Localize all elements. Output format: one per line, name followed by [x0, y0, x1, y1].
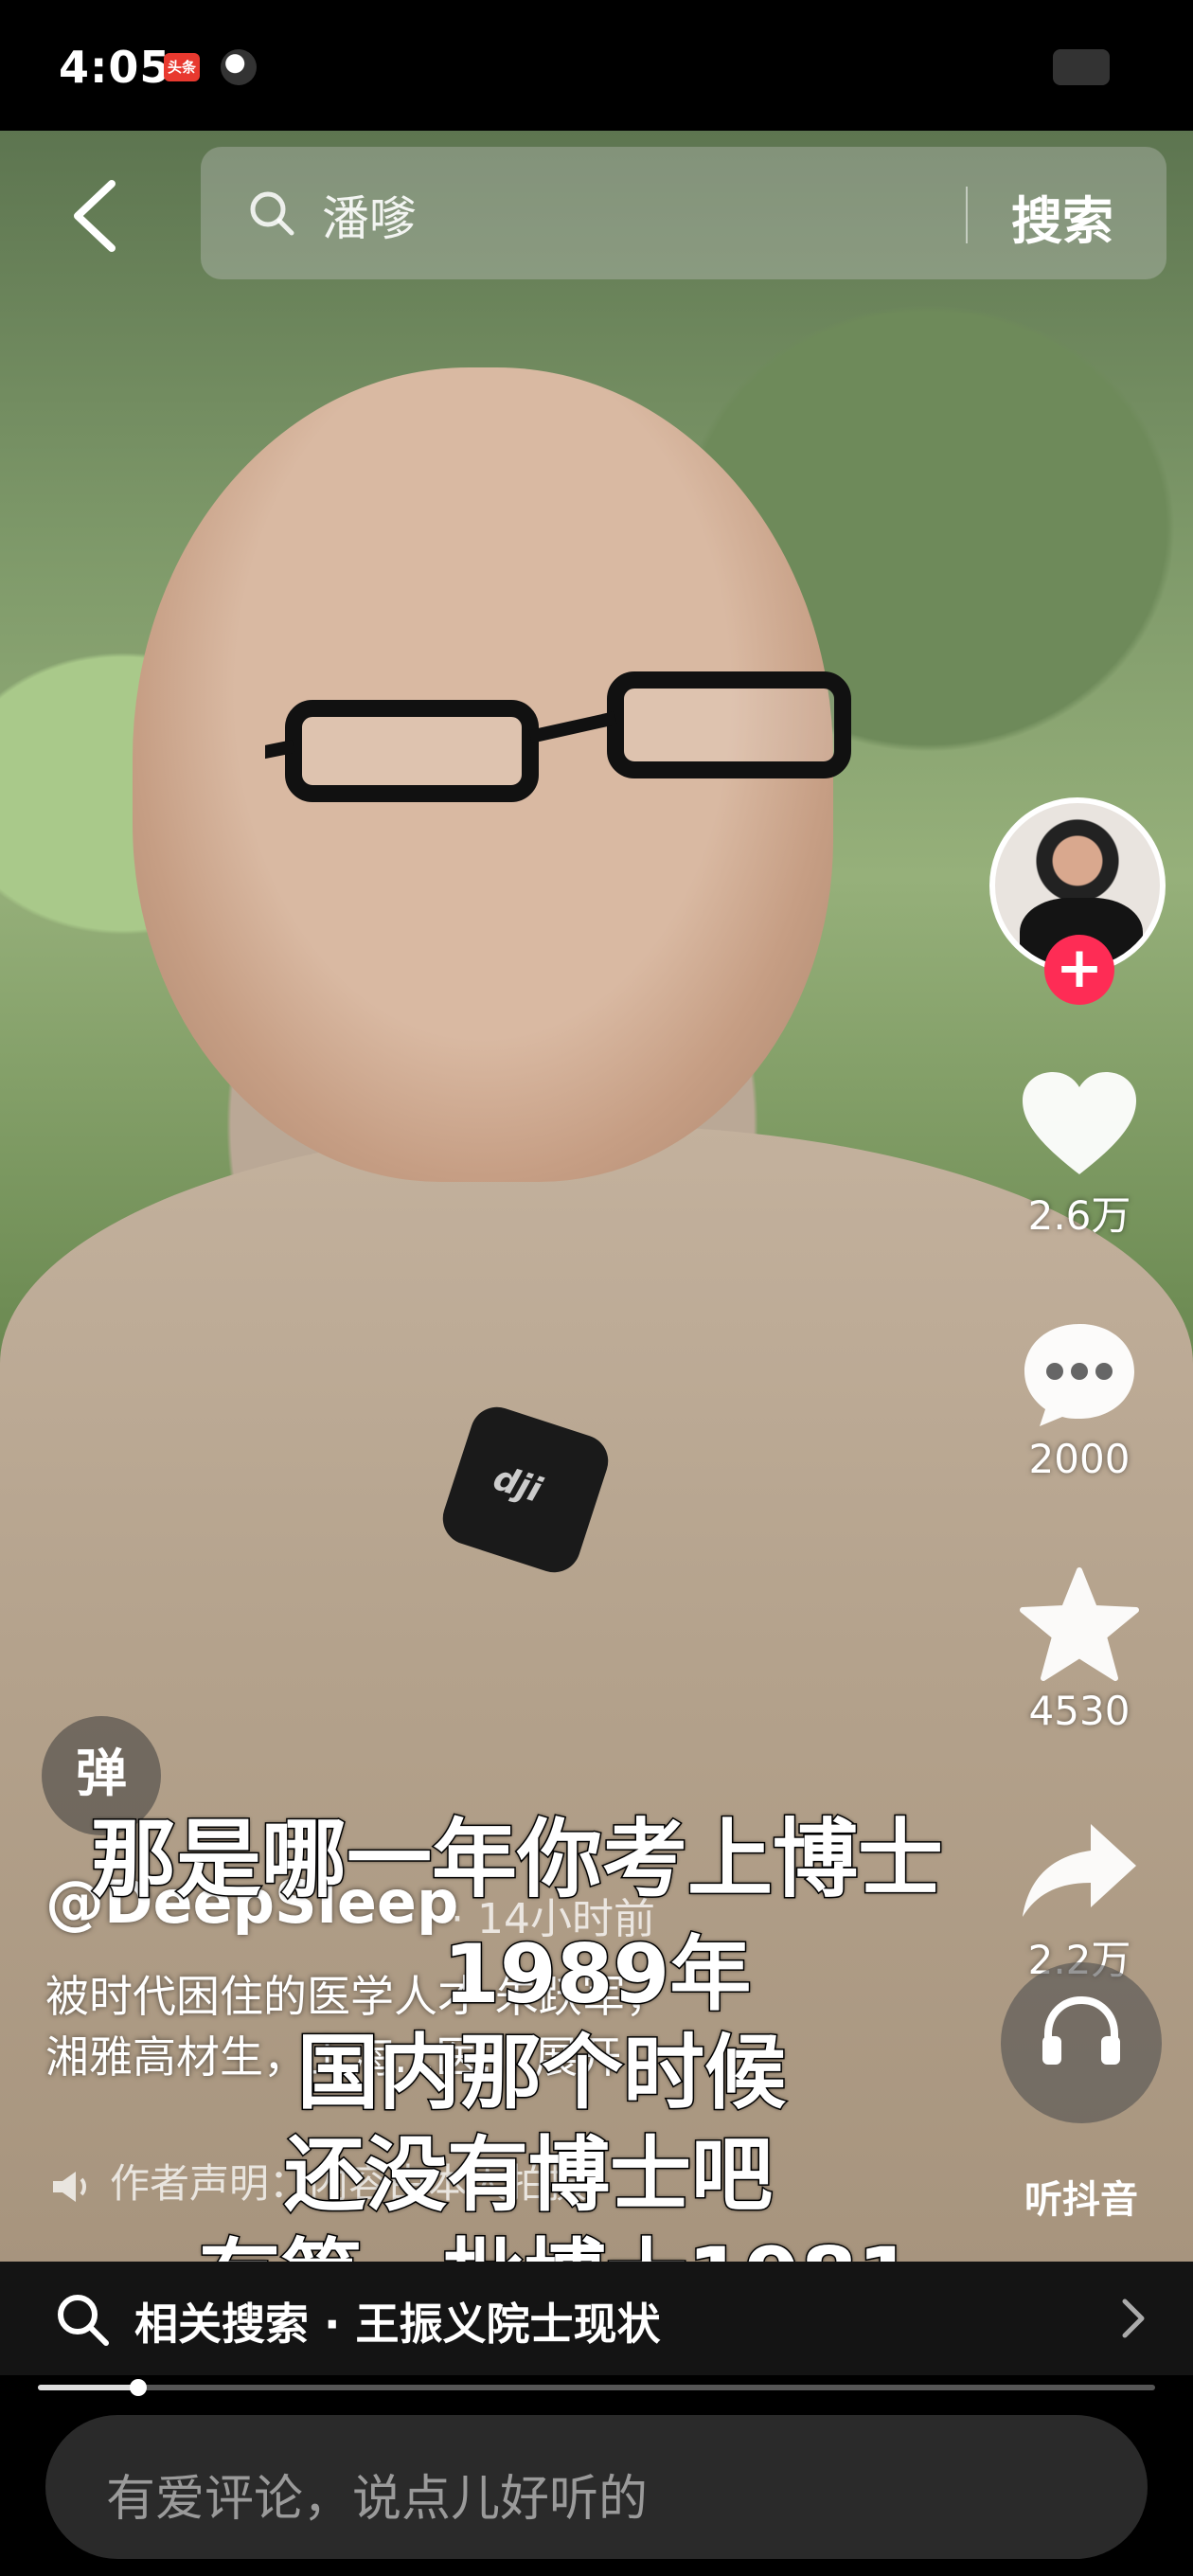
headphones-icon	[1042, 1995, 1120, 2065]
subtitle-line-1: 那是哪一年你考上博士	[90, 1809, 945, 1911]
progress-knob[interactable]	[130, 2379, 148, 2396]
comment-button[interactable]: 2000	[1004, 1318, 1155, 1482]
search-button[interactable]: 搜索	[1011, 179, 1113, 254]
progress-fill	[38, 2385, 139, 2390]
search-icon	[58, 2295, 109, 2346]
toutiao-badge-icon: 头条	[164, 53, 200, 81]
search-icon	[250, 191, 294, 236]
mic-brand-label: dji	[489, 1458, 546, 1511]
chevron-right-icon	[1122, 2299, 1145, 2338]
related-search-label: 相关搜索 · 王振义院士现状	[134, 2299, 661, 2350]
search-query[interactable]: 潘嗲	[322, 181, 417, 249]
like-count: 2.6万	[1027, 1192, 1131, 1239]
video-subject-glasses	[265, 671, 851, 802]
search-divider	[966, 187, 968, 243]
listen-douyin-button[interactable]: 听抖音	[996, 1962, 1166, 2224]
comment-placeholder: 有爱评论，说点儿好听的	[106, 2471, 649, 2528]
comment-input[interactable]: 有爱评论，说点儿好听的	[45, 2415, 1148, 2559]
favorite-count: 4530	[1028, 1688, 1131, 1734]
notification-app-icon	[221, 49, 257, 85]
favorite-button[interactable]: 4530	[1004, 1566, 1155, 1734]
share-button[interactable]: 2.2万	[1004, 1818, 1155, 1986]
share-icon	[1023, 1824, 1136, 1917]
speaker-icon	[53, 2171, 86, 2202]
subtitle-line-4: 还没有博士吧	[283, 2127, 775, 2225]
star-icon	[1020, 1567, 1139, 1681]
related-search-bar[interactable]: 相关搜索 · 王振义院士现状	[0, 2262, 1193, 2375]
search-bar[interactable]: 潘嗲 搜索	[201, 147, 1166, 279]
comment-icon	[1024, 1324, 1134, 1426]
video-progress-bar[interactable]	[38, 2379, 1155, 2396]
heart-icon	[1023, 1072, 1136, 1174]
subtitle-line-3: 国内那个时候	[296, 2025, 788, 2122]
status-bar: 4:05 头条	[0, 0, 1193, 131]
like-button[interactable]: 2.6万	[1004, 1068, 1155, 1242]
back-icon[interactable]	[66, 178, 123, 254]
listen-label: 听抖音	[1024, 2178, 1138, 2222]
status-time: 4:05	[59, 42, 171, 93]
follow-button[interactable]: +	[1044, 935, 1114, 1005]
battery-icon	[1053, 49, 1110, 85]
comment-count: 2000	[1028, 1436, 1131, 1482]
